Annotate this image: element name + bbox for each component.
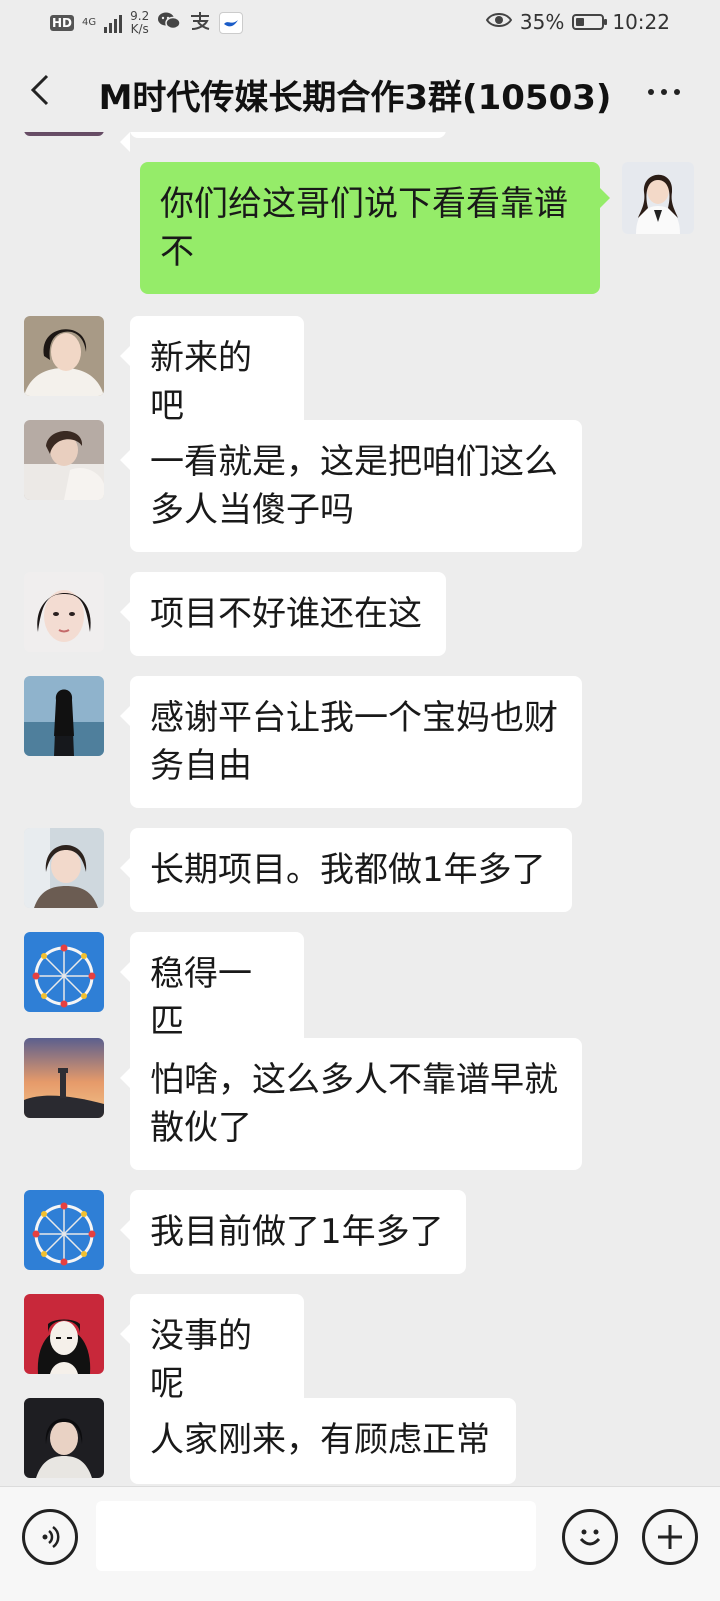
battery-level bbox=[576, 18, 585, 26]
message-bubble[interactable]: 我目前做了1年多了 bbox=[120, 1190, 466, 1274]
more-dot bbox=[674, 89, 680, 95]
message-bubble[interactable]: 一看就是，这是把咱们这么多人当傻子吗 bbox=[120, 420, 582, 552]
title-bar: M时代传媒长期合作3群(10503) bbox=[0, 48, 720, 132]
message-text: 感谢平台让我一个宝妈也财务自由 bbox=[150, 698, 558, 786]
plus-button[interactable] bbox=[642, 1509, 698, 1565]
partial-avatar bbox=[24, 132, 104, 136]
lighthouse-sunset-avatar[interactable] bbox=[24, 1038, 104, 1118]
chevron-left-icon bbox=[30, 74, 49, 106]
message-text: 我目前做了1年多了 bbox=[150, 1212, 444, 1252]
girl-selfie-avatar[interactable] bbox=[24, 316, 104, 396]
status-bar: HD 4G 9.2 K/s 35% 10:22 bbox=[0, 0, 720, 48]
status-left: HD 4G 9.2 K/s bbox=[50, 10, 244, 36]
signal-icon bbox=[104, 13, 123, 33]
battery-icon bbox=[572, 14, 608, 30]
message-input[interactable] bbox=[96, 1501, 536, 1571]
message-text: 项目不好谁还在这 bbox=[150, 594, 422, 634]
girl-closeup-avatar[interactable] bbox=[24, 572, 104, 652]
message-bubble[interactable]: 人家刚来，有顾虑正常 bbox=[130, 1398, 516, 1484]
message-bubble[interactable]: 感谢平台让我一个宝妈也财务自由 bbox=[120, 676, 582, 808]
network-type: 4G bbox=[82, 17, 97, 28]
woman-portrait-avatar[interactable] bbox=[622, 162, 694, 234]
message-text: 你们给这哥们说下看看靠谱不 bbox=[160, 184, 568, 272]
more-dot bbox=[648, 89, 654, 95]
message-bubble[interactable]: 项目不好谁还在这 bbox=[120, 572, 446, 656]
wechat-icon bbox=[157, 11, 181, 36]
message-list[interactable]: 你们给这哥们说下看看靠谱不 新来的吧 一看就是，这是把咱们这么多人当傻子吗 项目… bbox=[0, 132, 720, 1486]
message-bubble[interactable]: 长期项目。我都做1年多了 bbox=[120, 828, 572, 912]
battery-percent: 35% bbox=[519, 10, 565, 34]
partial-bubble bbox=[120, 132, 446, 152]
status-right: 35% 10:22 bbox=[485, 10, 670, 34]
girl-dark-avatar[interactable] bbox=[24, 1398, 104, 1478]
message-text: 一看就是，这是把咱们这么多人当傻子吗 bbox=[150, 442, 558, 530]
more-dot bbox=[661, 89, 667, 95]
girl-lying-avatar[interactable] bbox=[24, 420, 104, 500]
emoji-icon bbox=[579, 1529, 601, 1546]
anime-girl-avatar[interactable] bbox=[24, 1294, 104, 1374]
ferris-wheel-avatar[interactable] bbox=[24, 932, 104, 1012]
speed-value: 9.2 bbox=[130, 9, 150, 23]
message-bubble[interactable]: 你们给这哥们说下看看靠谱不 bbox=[140, 162, 610, 294]
speed-unit: K/s bbox=[130, 22, 149, 36]
voice-button[interactable] bbox=[22, 1509, 78, 1565]
message-text: 稳得一匹 bbox=[150, 954, 252, 1042]
bird-app-icon bbox=[219, 12, 244, 34]
message-text: 新来的吧 bbox=[150, 338, 252, 426]
alipay-icon bbox=[189, 11, 211, 36]
chat-title: M时代传媒长期合作3群(10503) bbox=[98, 78, 612, 118]
status-time: 10:22 bbox=[612, 10, 670, 34]
network-speed: 9.2 K/s bbox=[130, 10, 149, 36]
seaside-girl-avatar[interactable] bbox=[24, 676, 104, 756]
message-text: 没事的呢 bbox=[150, 1316, 252, 1404]
message-text: 人家刚来，有顾虑正常 bbox=[150, 1420, 490, 1460]
message-text: 怕啥，这么多人不靠谱早就散伙了 bbox=[150, 1060, 558, 1148]
emoji-button[interactable] bbox=[562, 1509, 618, 1565]
hd-badge: HD bbox=[50, 15, 75, 31]
input-bar bbox=[0, 1486, 720, 1601]
girl-smile-avatar[interactable] bbox=[24, 828, 104, 908]
message-text: 长期项目。我都做1年多了 bbox=[150, 850, 546, 890]
message-bubble[interactable]: 怕啥，这么多人不靠谱早就散伙了 bbox=[120, 1038, 582, 1170]
plus-icon bbox=[658, 1525, 682, 1549]
back-button[interactable] bbox=[20, 68, 60, 112]
more-button[interactable] bbox=[638, 72, 690, 112]
ferris-wheel-avatar[interactable] bbox=[24, 1190, 104, 1270]
voice-icon bbox=[42, 1525, 60, 1549]
eye-icon bbox=[485, 10, 513, 34]
